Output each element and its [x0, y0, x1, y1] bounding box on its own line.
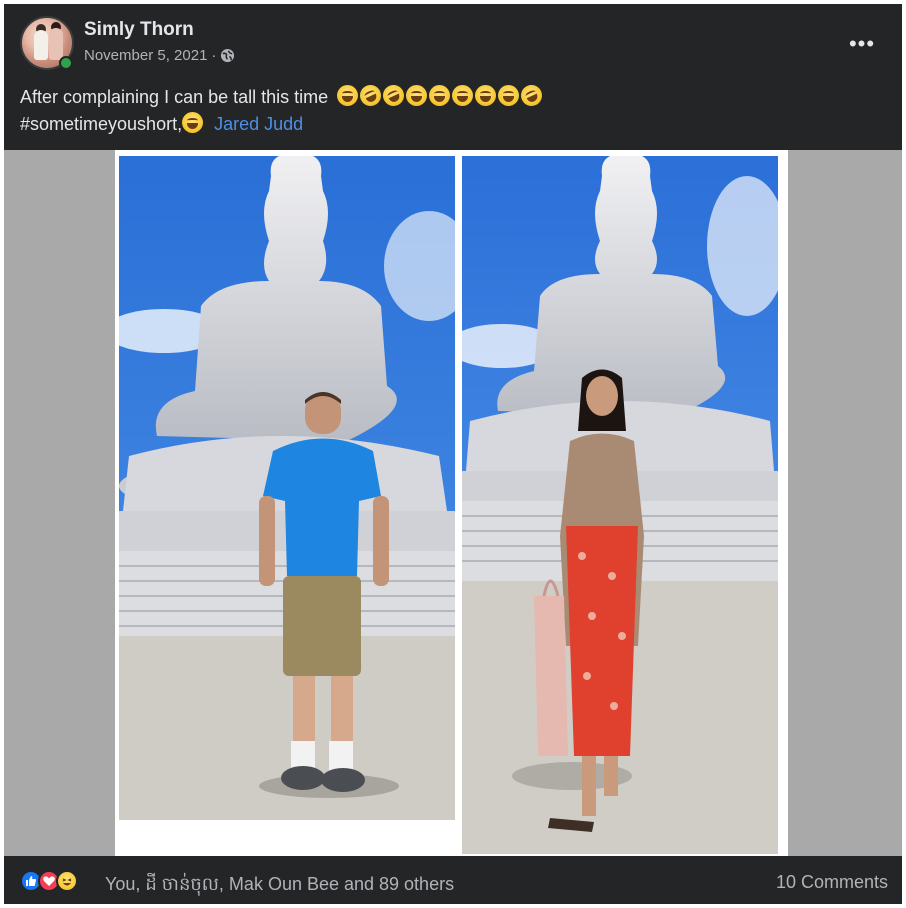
post-header: Simly Thorn November 5, 2021 · ••• After…	[4, 4, 902, 154]
tagged-person-link[interactable]: Jared Judd	[214, 114, 303, 134]
caption-hashtag[interactable]: #sometimeyoushort,	[20, 114, 182, 134]
laughing-emoji-icon	[498, 85, 520, 106]
photo-right[interactable]	[462, 156, 778, 854]
post-caption: After complaining I can be tall this tim…	[20, 81, 546, 138]
laughing-emoji-icon	[406, 85, 428, 106]
rofl-emoji-icon	[517, 81, 546, 110]
winking-tongue-emoji-icon	[475, 85, 497, 106]
more-options-button[interactable]: •••	[844, 26, 880, 62]
more-horizontal-icon: •••	[848, 31, 876, 56]
winking-tongue-emoji-icon	[429, 85, 451, 106]
comments-count-link[interactable]: 10 Comments	[776, 872, 888, 893]
reactions-summary[interactable]: You, ដី ចាន់ចុល, Mak Oun Bee and 89 othe…	[105, 872, 454, 899]
post-footer: You, ដី ចាន់ចុល, Mak Oun Bee and 89 othe…	[4, 856, 902, 904]
post-meta: November 5, 2021 ·	[84, 47, 235, 64]
caption-text: After complaining I can be tall this tim…	[20, 87, 329, 107]
laughing-emoji-icon	[337, 85, 359, 106]
photo-collage[interactable]	[115, 150, 788, 856]
online-status-dot	[59, 56, 73, 70]
post-card: Simly Thorn November 5, 2021 · ••• After…	[4, 4, 902, 904]
photo-left-image	[119, 156, 455, 820]
photo-right-image	[462, 156, 778, 854]
reaction-icons[interactable]	[20, 870, 78, 892]
rofl-emoji-icon	[356, 81, 385, 110]
photo-area	[4, 150, 902, 856]
meta-separator: ·	[211, 47, 217, 64]
globe-icon[interactable]	[220, 48, 235, 63]
author-name[interactable]: Simly Thorn	[84, 19, 194, 41]
rofl-emoji-icon	[379, 81, 408, 110]
squinting-emoji-icon	[182, 112, 204, 133]
laughing-emoji-icon	[452, 85, 474, 106]
post-date[interactable]: November 5, 2021	[84, 47, 207, 64]
emoji-row	[337, 81, 546, 110]
photo-left[interactable]	[119, 156, 455, 820]
haha-icon	[56, 870, 78, 892]
